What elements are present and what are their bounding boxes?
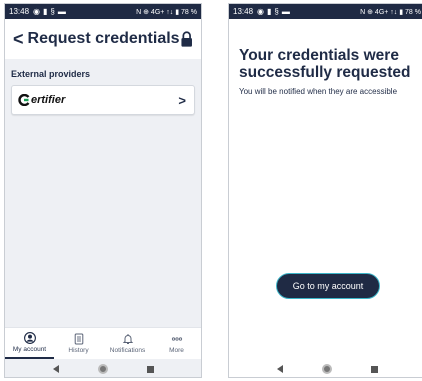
page-title: Request credentials xyxy=(27,30,180,47)
status-time: 13:48 xyxy=(233,7,254,16)
message-icon: ▬ xyxy=(57,6,66,16)
system-home-icon[interactable] xyxy=(97,364,108,374)
notification-icon: ◉ xyxy=(33,6,41,16)
phone-screen-confirmation: 13:48 ◉ ▮ § ▬ N ⊕ 4G+ ↑↓ ▮ 78 % Your cre… xyxy=(228,3,422,378)
account-icon xyxy=(23,332,36,344)
chevron-right-icon: > xyxy=(178,92,186,108)
system-navigation-bar xyxy=(229,359,422,377)
nav-history[interactable]: History xyxy=(54,328,103,359)
certifier-logo-icon xyxy=(18,94,30,106)
provider-logo: ertifier xyxy=(18,94,178,106)
nav-label: My account xyxy=(12,346,47,353)
content-area: External providers ertifier > xyxy=(5,59,201,327)
system-recents-icon[interactable] xyxy=(370,365,378,373)
history-icon xyxy=(74,333,83,345)
status-bar: 13:48 ◉ ▮ § ▬ N ⊕ 4G+ ↑↓ ▮ 78 % xyxy=(5,4,201,19)
system-home-icon[interactable] xyxy=(321,364,332,374)
system-navigation-bar xyxy=(5,359,201,377)
status-bar: 13:48 ◉ ▮ § ▬ N ⊕ 4G+ ↑↓ ▮ 78 % xyxy=(229,4,422,19)
system-recents-icon[interactable] xyxy=(146,365,154,373)
nav-label: History xyxy=(68,347,89,354)
phone-screen-request-credentials: 13:48 ◉ ▮ § ▬ N ⊕ 4G+ ↑↓ ▮ 78 % < Reques… xyxy=(4,3,202,378)
message-icon: ▬ xyxy=(281,6,290,16)
nav-label: More xyxy=(169,347,184,354)
confirmation-subtitle: You will be notified when they are acces… xyxy=(239,87,398,96)
more-icon xyxy=(171,337,182,341)
status-time: 13:48 xyxy=(9,7,30,16)
nav-label: Notifications xyxy=(109,347,146,354)
sync-icon: § xyxy=(274,6,279,16)
confirmation-body: Your credentials were successfully reque… xyxy=(229,19,422,359)
nav-my-account[interactable]: My account xyxy=(5,328,54,359)
app-bar: < Request credentials xyxy=(5,19,201,59)
status-indicators: N ⊕ 4G+ ↑↓ ▮ 78 % xyxy=(360,8,421,16)
provider-card-certifier[interactable]: ertifier > xyxy=(11,85,195,115)
confirmation-title: Your credentials were successfully reque… xyxy=(239,47,411,81)
status-indicators: N ⊕ 4G+ ↑↓ ▮ 78 % xyxy=(136,8,197,16)
back-button[interactable]: < xyxy=(13,30,24,48)
app-notification-icon: ▮ xyxy=(267,6,272,16)
nav-more[interactable]: More xyxy=(152,328,201,359)
section-label: External providers xyxy=(11,69,91,79)
sync-icon: § xyxy=(50,6,55,16)
system-back-icon[interactable] xyxy=(276,365,283,373)
nav-notifications[interactable]: Notifications xyxy=(103,328,152,359)
bottom-navigation: My account History Notifications More xyxy=(5,327,201,359)
bell-icon xyxy=(122,334,133,344)
go-to-my-account-button[interactable]: Go to my account xyxy=(276,273,380,299)
notification-icon: ◉ xyxy=(257,6,265,16)
app-notification-icon: ▮ xyxy=(43,6,48,16)
provider-name: ertifier xyxy=(31,94,66,106)
lock-icon[interactable] xyxy=(180,30,193,48)
system-back-icon[interactable] xyxy=(52,365,59,373)
